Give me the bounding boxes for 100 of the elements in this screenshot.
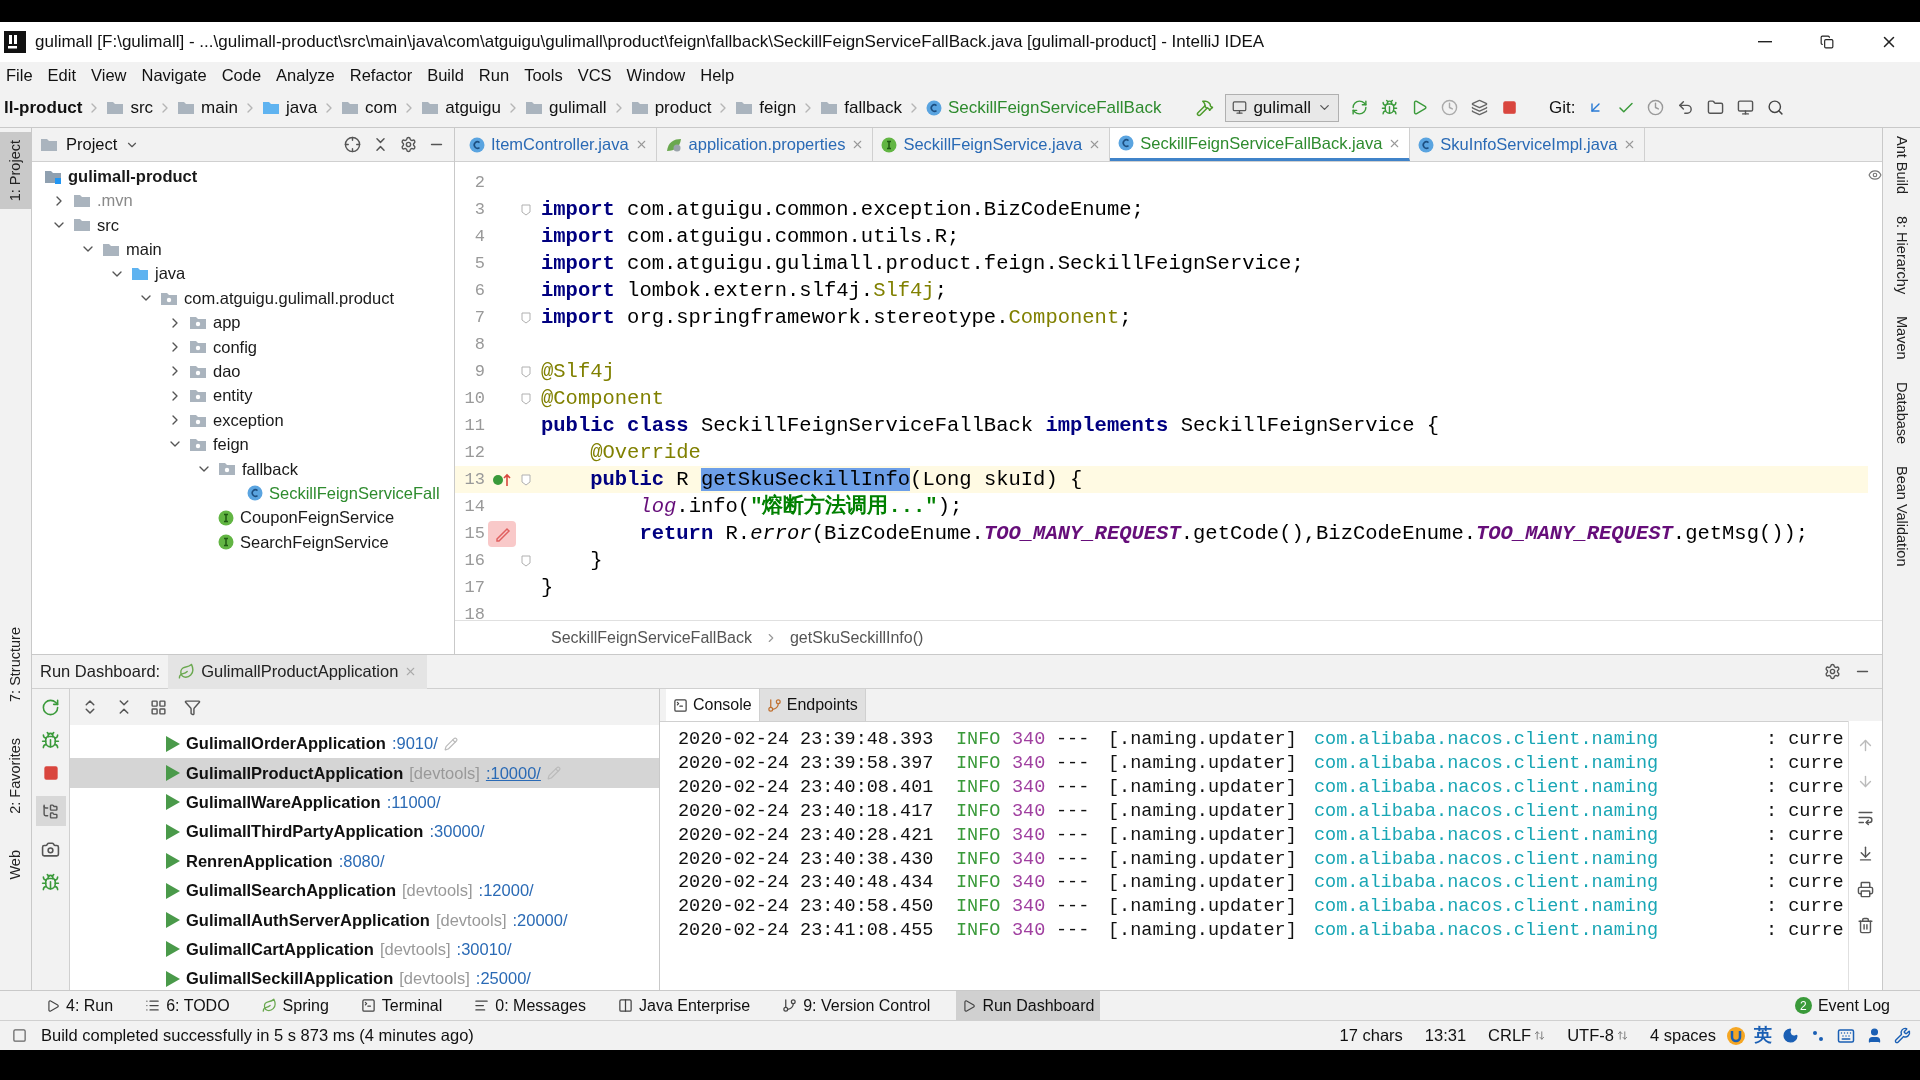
menu-item[interactable]: Refactor — [349, 62, 413, 88]
fold-marker-icon[interactable] — [521, 365, 531, 378]
wrench-icon[interactable] — [1892, 1025, 1912, 1046]
tree-item[interactable]: config — [213, 334, 258, 360]
fold-marker-icon[interactable] — [521, 473, 531, 486]
breadcrumb-item[interactable]: SeckillFeignServiceFallBack — [551, 625, 752, 650]
menu-item[interactable]: Run — [478, 62, 510, 88]
tool-window-button[interactable]: 6: TODO — [139, 990, 236, 1021]
history-icon[interactable] — [1645, 97, 1666, 118]
console-tab[interactable]: Endpoints — [759, 689, 866, 721]
tool-window-tab[interactable]: Bean Validation — [1890, 465, 1913, 567]
application-row[interactable]: GulimallWareApplication :11000/ — [70, 787, 659, 818]
group-icon[interactable] — [148, 697, 168, 717]
port-link[interactable]: :25000/ — [475, 966, 531, 990]
input-method-indicator[interactable]: 英 — [1754, 1022, 1772, 1049]
menu-item[interactable]: View — [91, 62, 127, 88]
port-link[interactable]: :10000/ — [485, 760, 541, 786]
tree-item[interactable]: CouponFeignService — [240, 505, 395, 531]
status-item[interactable]: CRLF — [1488, 1023, 1532, 1048]
crosshair-icon[interactable] — [342, 134, 362, 155]
play-icon[interactable] — [166, 853, 180, 870]
tool-window-button[interactable]: Spring — [255, 990, 335, 1021]
tool-window-tab[interactable]: 2: Favorites — [0, 730, 31, 822]
tool-window-button[interactable]: 9: Version Control — [776, 990, 937, 1021]
tool-window-button[interactable]: Java Enterprise — [612, 990, 757, 1021]
tool-window-button[interactable]: 0: Messages — [468, 990, 592, 1021]
tree-item[interactable]: entity — [213, 383, 253, 409]
editor-tab[interactable]: application.properties — [656, 128, 874, 161]
menu-item[interactable]: Code — [221, 62, 262, 88]
print-icon[interactable] — [1855, 879, 1876, 899]
fold-marker-icon[interactable] — [521, 392, 531, 405]
play-icon[interactable] — [166, 765, 180, 782]
tree-item[interactable]: app — [213, 310, 241, 335]
breadcrumb-item[interactable]: getSkuSeckillInfo() — [789, 625, 924, 650]
rerun-icon[interactable] — [1349, 97, 1370, 118]
tool-window-tab[interactable]: Web — [0, 841, 31, 888]
tool-window-tab[interactable]: 7: Structure — [0, 619, 31, 711]
port-link[interactable]: :20000/ — [512, 907, 568, 933]
editor-tab[interactable]: SkuInfoServiceImpl.java — [1410, 128, 1646, 161]
tree-item[interactable]: SeckillFeignServiceFall — [269, 480, 440, 506]
application-row[interactable]: GulimallSearchApplication [devtools] :12000/ — [70, 875, 659, 906]
tool-window-button[interactable]: Terminal — [354, 990, 449, 1021]
port-link[interactable]: :8080/ — [338, 848, 385, 874]
breadcrumb-item[interactable]: main — [201, 94, 238, 121]
fold-marker-icon[interactable] — [521, 203, 531, 216]
tool-window-tab[interactable]: Database — [1890, 381, 1913, 444]
play-icon[interactable] — [166, 823, 180, 840]
menu-item[interactable]: Build — [427, 62, 464, 88]
breadcrumb-item[interactable]: feign — [759, 94, 797, 121]
panel-title[interactable]: Project — [66, 132, 118, 157]
tool-window-tab[interactable]: Maven — [1890, 316, 1913, 360]
tool-window-tab[interactable]: 8: Hierarchy — [1890, 216, 1913, 295]
event-log-button[interactable]: 2 Event Log — [1794, 993, 1890, 1018]
tool-window-button[interactable]: Run Dashboard — [956, 990, 1101, 1021]
tool-window-button[interactable]: 4: Run — [40, 990, 120, 1021]
menu-item[interactable]: Analyze — [276, 62, 335, 88]
settings-icon[interactable] — [398, 134, 418, 155]
application-row[interactable]: GulimallAuthServerApplication [devtools] :20000/ — [70, 905, 659, 935]
eye-icon[interactable] — [1868, 168, 1882, 182]
rerun-icon[interactable] — [40, 697, 61, 717]
camera-icon[interactable] — [40, 839, 61, 859]
breadcrumb-item[interactable]: SeckillFeignServiceFallBack — [947, 94, 1162, 121]
run-tab[interactable]: GulimallProductApplication — [168, 654, 428, 689]
tree-item[interactable]: dao — [213, 358, 241, 384]
tool-window-tab[interactable]: 1: Project — [0, 132, 31, 210]
tree-item[interactable]: main — [126, 237, 162, 262]
status-item[interactable]: UTF-8 — [1567, 1023, 1614, 1048]
tree-item[interactable]: src — [97, 212, 119, 238]
status-item[interactable]: 13:31 — [1424, 1023, 1467, 1048]
breadcrumb-item[interactable]: fallback — [844, 94, 902, 121]
editor-tab[interactable]: SeckillFeignServiceFallBack.java — [1110, 128, 1411, 161]
application-row[interactable]: GulimallProductApplication [devtools] :10000/ — [70, 758, 659, 788]
menu-item[interactable]: Navigate — [141, 62, 207, 88]
pencil-bulb-icon[interactable] — [488, 520, 516, 547]
breadcrumb-item[interactable]: com — [365, 94, 398, 121]
tree-item[interactable]: SearchFeignService — [240, 529, 389, 555]
fold-marker-icon[interactable] — [521, 311, 531, 324]
port-link[interactable]: :11000/ — [386, 790, 441, 815]
implements-marker-icon[interactable] — [492, 471, 512, 488]
tree-item[interactable]: feign — [213, 432, 249, 457]
breadcrumb-item[interactable]: product — [654, 94, 712, 121]
application-row[interactable]: GulimallThirdPartyApplication :30000/ — [70, 817, 659, 847]
settings-icon[interactable] — [1822, 661, 1842, 682]
play-icon[interactable] — [166, 941, 180, 958]
application-row[interactable]: RenrenApplication :8080/ — [70, 846, 659, 876]
play-icon[interactable] — [166, 735, 180, 752]
editor-tab[interactable]: ItemController.java — [461, 128, 657, 161]
play-icon[interactable] — [166, 912, 180, 929]
port-link[interactable]: :30010/ — [456, 937, 512, 962]
window-icon[interactable] — [1735, 97, 1756, 118]
tree-item[interactable]: gulimall-product — [68, 163, 198, 189]
port-link[interactable]: :30000/ — [429, 819, 485, 845]
breadcrumb-item[interactable]: src — [130, 94, 154, 121]
play-icon[interactable] — [166, 970, 180, 987]
breadcrumb-item[interactable]: java — [285, 94, 318, 121]
menu-item[interactable]: Window — [626, 62, 686, 88]
menu-item[interactable]: File — [6, 62, 33, 88]
menu-item[interactable]: Edit — [47, 62, 77, 88]
debug-icon[interactable] — [40, 872, 61, 892]
run-config-dropdown[interactable]: gulimall — [1225, 93, 1340, 122]
